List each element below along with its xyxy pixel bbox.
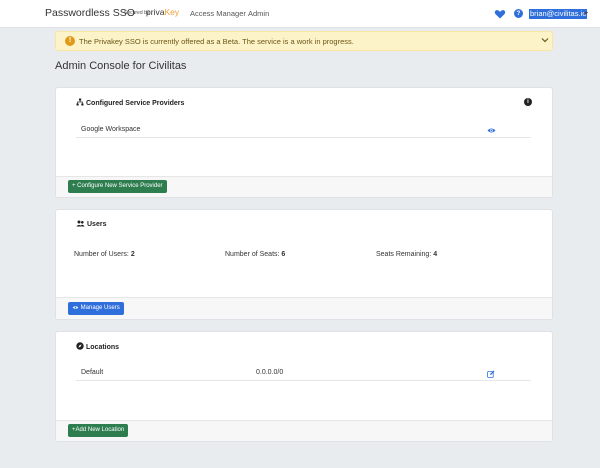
service-providers-card: Configured Service Providers i Google Wo… [55, 87, 553, 198]
manage-users-label: Manage Users [80, 305, 120, 311]
users-label: Users [87, 221, 107, 228]
eye-icon[interactable] [487, 127, 496, 134]
stat-remaining-value: 4 [433, 251, 438, 258]
stat-seats-value: 6 [281, 251, 286, 258]
location-range: 0.0.0.0/0 [256, 369, 284, 376]
stat-seats-label: Number of Seats: [225, 251, 280, 258]
compass-icon [76, 342, 84, 350]
info-icon[interactable]: i [524, 98, 532, 106]
locations-label: Locations [86, 344, 120, 351]
warning-icon: ! [65, 36, 75, 46]
location-name: Default [81, 369, 104, 376]
edit-icon[interactable] [487, 370, 495, 378]
users-title: Users [76, 220, 106, 228]
eye-icon [72, 305, 79, 309]
row-divider [76, 137, 531, 138]
stat-users-value: 2 [130, 251, 135, 258]
add-location-label: Add New Location [75, 427, 125, 433]
configure-service-provider-label: Configure New Service Provider [77, 183, 163, 189]
configure-service-provider-button[interactable]: + Configure New Service Provider [68, 180, 167, 193]
manage-users-button[interactable]: Manage Users [68, 302, 124, 315]
users-card: Users Number of Users: 2 Number of Seats… [55, 209, 553, 320]
heart-icon[interactable] [494, 8, 506, 20]
users-icon [76, 220, 85, 227]
top-navbar: Passwordless SSO Secured by privaKey Acc… [0, 0, 600, 28]
card-footer: Manage Users [56, 297, 552, 319]
locations-title: Locations [76, 342, 119, 351]
logo-suffix: Key [164, 7, 180, 17]
stat-users: Number of Users: 2 [74, 251, 135, 258]
card-footer: +Add New Location [56, 420, 552, 441]
card-footer: + Configure New Service Provider [56, 176, 552, 197]
chevron-down-icon[interactable] [540, 35, 550, 45]
stat-remaining: Seats Remaining: 4 [376, 251, 437, 258]
service-providers-title: Configured Service Providers [76, 98, 184, 107]
stat-remaining-label: Seats Remaining: [376, 251, 432, 258]
add-location-button[interactable]: +Add New Location [68, 424, 129, 437]
user-menu[interactable]: brian@civilitas.io [529, 9, 588, 19]
sitemap-icon [76, 98, 84, 106]
privakey-logo: privaKey [146, 7, 179, 17]
logo-prefix: priva [146, 7, 165, 17]
stat-seats: Number of Seats: 6 [225, 251, 285, 258]
service-provider-name[interactable]: Google Workspace [81, 126, 140, 133]
help-icon[interactable]: ? [514, 9, 523, 18]
beta-alert: ! The Privakey SSO is currently offered … [55, 31, 553, 51]
brand-title[interactable]: Passwordless SSO [45, 7, 135, 19]
row-divider [76, 380, 531, 381]
page-title: Admin Console for Civilitas [55, 60, 187, 72]
nav-admin[interactable]: Admin [248, 9, 269, 18]
caret-down-icon[interactable] [584, 12, 588, 15]
nav-access-manager[interactable]: Access Manager [190, 9, 246, 18]
locations-card: Locations Default 0.0.0.0/0 +Add New Loc… [55, 331, 553, 442]
service-providers-label: Configured Service Providers [86, 100, 185, 107]
stat-users-label: Number of Users: [74, 251, 129, 258]
alert-text: The Privakey SSO is currently offered as… [79, 37, 354, 46]
